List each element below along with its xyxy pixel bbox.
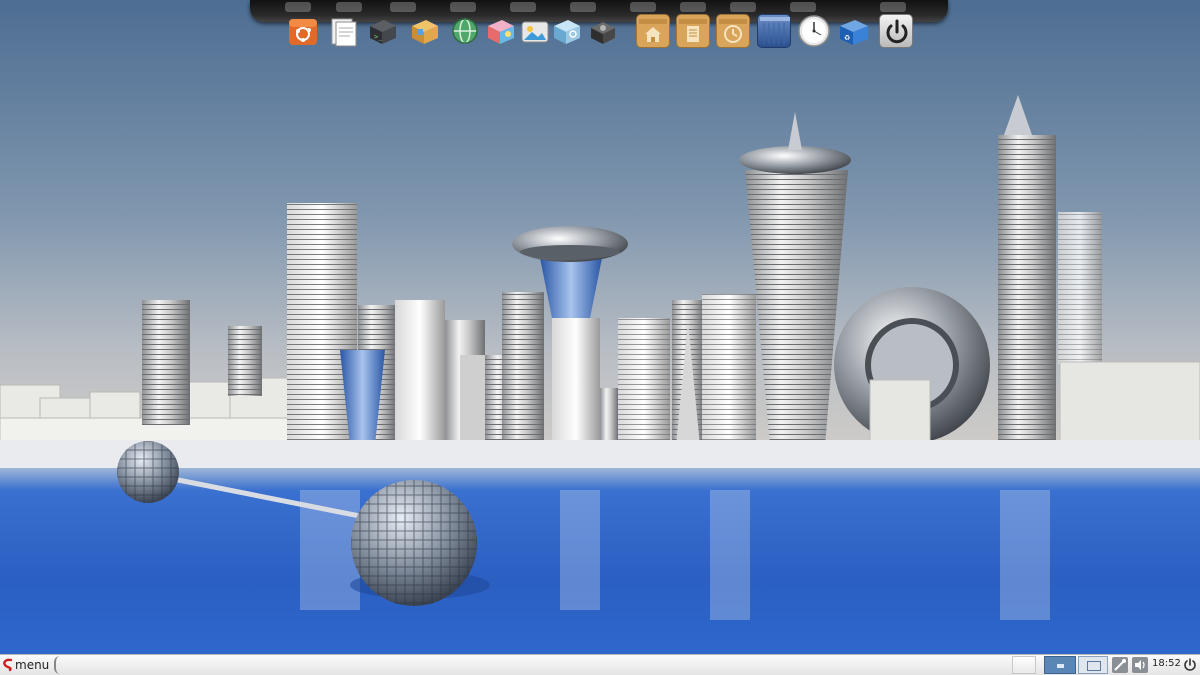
menu-logo-icon (3, 658, 13, 672)
terminal-icon[interactable]: >_ (366, 14, 400, 48)
trash-icon[interactable]: ♻ (837, 14, 871, 48)
volume-icon[interactable] (1131, 656, 1149, 674)
show-desktop-button[interactable] (1012, 656, 1036, 674)
svg-text:>_: >_ (374, 33, 383, 41)
workspace-window-preview (1087, 661, 1101, 671)
documents-folder-icon[interactable] (676, 14, 710, 48)
workspace-window-preview (1057, 664, 1064, 668)
hardware-icon[interactable] (586, 14, 620, 48)
menu-separator (54, 656, 60, 674)
dock-reflection (285, 2, 906, 12)
photos-icon[interactable] (518, 14, 552, 48)
package-icon[interactable] (408, 14, 442, 48)
files-icon[interactable] (326, 14, 360, 48)
shutdown-icon[interactable] (1182, 656, 1198, 674)
taskbar-clock[interactable]: 18:52 (1152, 658, 1181, 669)
clock-icon[interactable] (797, 14, 831, 48)
compiz-cube-icon[interactable] (484, 14, 518, 48)
power-icon[interactable] (879, 14, 913, 48)
desktop[interactable]: >_ ♻ menu 18:52 (0, 0, 1200, 675)
home-folder-icon[interactable] (636, 14, 670, 48)
ubuntu-software-icon[interactable] (286, 14, 320, 48)
settings-cube-icon[interactable] (550, 14, 584, 48)
recent-folder-icon[interactable] (716, 14, 750, 48)
menu-button[interactable]: menu (0, 655, 60, 675)
desktop-icon[interactable] (757, 14, 791, 48)
workspace-2-button[interactable] (1078, 656, 1108, 674)
network-settings-icon[interactable] (1111, 656, 1129, 674)
workspace-1-button[interactable] (1044, 656, 1076, 674)
menu-label: menu (15, 658, 50, 672)
svg-text:♻: ♻ (844, 34, 850, 42)
desktop-wallpaper (0, 0, 1200, 654)
application-dock: >_ ♻ (250, 0, 948, 56)
taskbar: menu 18:52 (0, 654, 1200, 675)
network-globe-icon[interactable] (448, 14, 482, 48)
